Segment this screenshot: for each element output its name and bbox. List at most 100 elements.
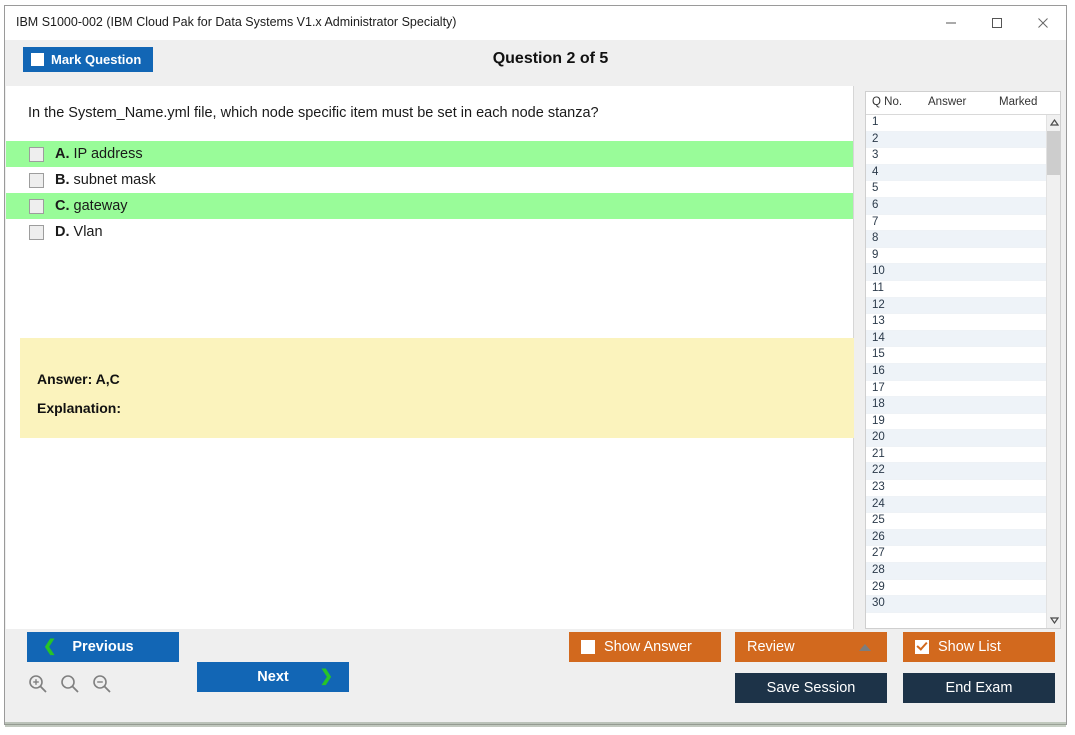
zoom-toolbar [27,673,113,695]
question-list-row-number: 6 [872,198,879,211]
answer-explanation-panel: Answer: A,C Explanation: [20,338,854,438]
answer-option-label: D. Vlan [55,224,103,240]
question-list-row-number: 11 [872,281,884,294]
question-list-row[interactable]: 2 [866,131,1046,149]
question-list-row[interactable]: 3 [866,148,1046,165]
show-list-button[interactable]: Show List [903,632,1055,662]
question-list-row-number: 15 [872,348,885,361]
zoom-out-icon[interactable] [91,673,113,695]
question-list-panel: Q No. Answer Marked 1 2 3 4 5 6 7 8 9 10 11 12 13 14 1… [865,91,1061,629]
question-list-row-number: 10 [872,265,885,278]
question-list-row[interactable]: 25 [866,513,1046,530]
question-list-row-number: 8 [872,232,879,245]
answer-option-label: A. IP address [55,146,143,162]
answer-option-row[interactable]: C. gateway [6,193,853,219]
window-bottom-edge [5,722,1066,727]
scroll-up-icon[interactable] [1047,115,1060,130]
answer-option-label: B. subnet mask [55,172,156,188]
question-list-row[interactable]: 4 [866,164,1046,182]
window-title: IBM S1000-002 (IBM Cloud Pak for Data Sy… [16,15,457,29]
question-list-row[interactable]: 6 [866,197,1046,215]
exam-app-window: IBM S1000-002 (IBM Cloud Pak for Data Sy… [0,0,1075,735]
previous-button[interactable]: ❮ Previous [27,632,179,662]
show-list-checkbox[interactable] [915,640,929,654]
question-list-row-number: 5 [872,182,879,195]
question-list-row-number: 29 [872,580,885,593]
answer-option-row[interactable]: A. IP address [6,141,853,167]
question-list-row[interactable]: 20 [866,430,1046,447]
question-list-row-number: 30 [872,597,885,610]
question-list-row[interactable]: 14 [866,330,1046,348]
scroll-down-icon[interactable] [1047,613,1060,628]
answer-option-letter: C. [55,198,70,214]
answer-option-letter: A. [55,146,70,162]
question-list-row[interactable]: 24 [866,496,1046,514]
answer-option-letter: D. [55,224,70,240]
answer-option-row[interactable]: B. subnet mask [6,167,853,193]
question-list-row[interactable]: 28 [866,563,1046,580]
zoom-reset-icon[interactable] [59,673,81,695]
show-answer-button[interactable]: Show Answer [569,632,721,662]
question-list-row-number: 2 [872,132,879,145]
question-list-row[interactable]: 15 [866,347,1046,364]
close-icon[interactable] [1020,6,1066,40]
minimize-icon[interactable] [928,6,974,40]
previous-label: Previous [72,639,134,655]
question-list-row[interactable]: 8 [866,231,1046,248]
question-list-body[interactable]: 1 2 3 4 5 6 7 8 9 10 11 12 13 14 15 16 17 18 19 20 21 22 23 24 2… [866,115,1046,628]
chevron-left-icon: ❮ [43,638,57,655]
question-list-row-number: 20 [872,431,885,444]
maximize-icon[interactable] [974,6,1020,40]
question-list-row-number: 3 [872,149,879,162]
scrollbar-thumb[interactable] [1047,131,1060,175]
question-list-row[interactable]: 16 [866,363,1046,381]
question-list-row-number: 24 [872,497,885,510]
question-list-row[interactable]: 1 [866,115,1046,132]
answer-option-checkbox[interactable] [29,198,44,214]
zoom-in-icon[interactable] [27,673,49,695]
answer-label: Answer: A,C [37,371,120,387]
question-list-row[interactable]: 18 [866,397,1046,414]
end-exam-button[interactable]: End Exam [903,673,1055,703]
question-list-row-number: 14 [872,331,885,344]
review-dropdown[interactable]: Review [735,632,887,662]
question-list-row-number: 7 [872,215,879,228]
save-session-button[interactable]: Save Session [735,673,887,703]
question-list-row[interactable]: 29 [866,580,1046,597]
question-list-row[interactable]: 22 [866,463,1046,481]
question-list-row[interactable]: 5 [866,181,1046,198]
column-header-marked: Marked [999,96,1038,108]
next-button[interactable]: Next ❯ [197,662,349,692]
question-list-row-number: 28 [872,564,885,577]
show-answer-checkbox[interactable] [581,640,595,654]
answer-option-text: gateway [73,198,128,214]
answer-option-checkbox[interactable] [29,172,44,188]
answer-option-checkbox[interactable] [29,224,44,240]
answer-option-label: C. gateway [55,198,128,214]
explanation-label: Explanation: [37,400,122,416]
question-list-row[interactable]: 9 [866,248,1046,265]
question-list-row[interactable]: 13 [866,314,1046,331]
question-list-row[interactable]: 7 [866,215,1046,232]
question-list-row[interactable]: 30 [866,596,1046,613]
answer-option-row[interactable]: D. Vlan [6,219,853,245]
next-label: Next [257,669,289,685]
question-list-row[interactable]: 19 [866,414,1046,431]
question-content-area: In the System_Name.yml file, which node … [6,86,854,629]
question-list-row[interactable]: 12 [866,297,1046,315]
question-list-row[interactable]: 26 [866,529,1046,547]
question-list-row[interactable]: 21 [866,447,1046,464]
answer-option-text: subnet mask [73,172,156,188]
question-list-row[interactable]: 23 [866,480,1046,497]
question-list-row[interactable]: 17 [866,381,1046,398]
question-list-scrollbar[interactable] [1046,115,1060,628]
question-list-row[interactable]: 27 [866,546,1046,564]
show-answer-label: Show Answer [604,639,692,655]
question-list-row-number: 4 [872,165,879,178]
question-list-row[interactable]: 11 [866,281,1046,298]
answer-option-checkbox[interactable] [29,146,44,162]
question-list-row-number: 1 [872,116,879,128]
question-list-row[interactable]: 10 [866,264,1046,281]
end-exam-label: End Exam [945,680,1013,696]
application-window: IBM S1000-002 (IBM Cloud Pak for Data Sy… [4,5,1067,725]
